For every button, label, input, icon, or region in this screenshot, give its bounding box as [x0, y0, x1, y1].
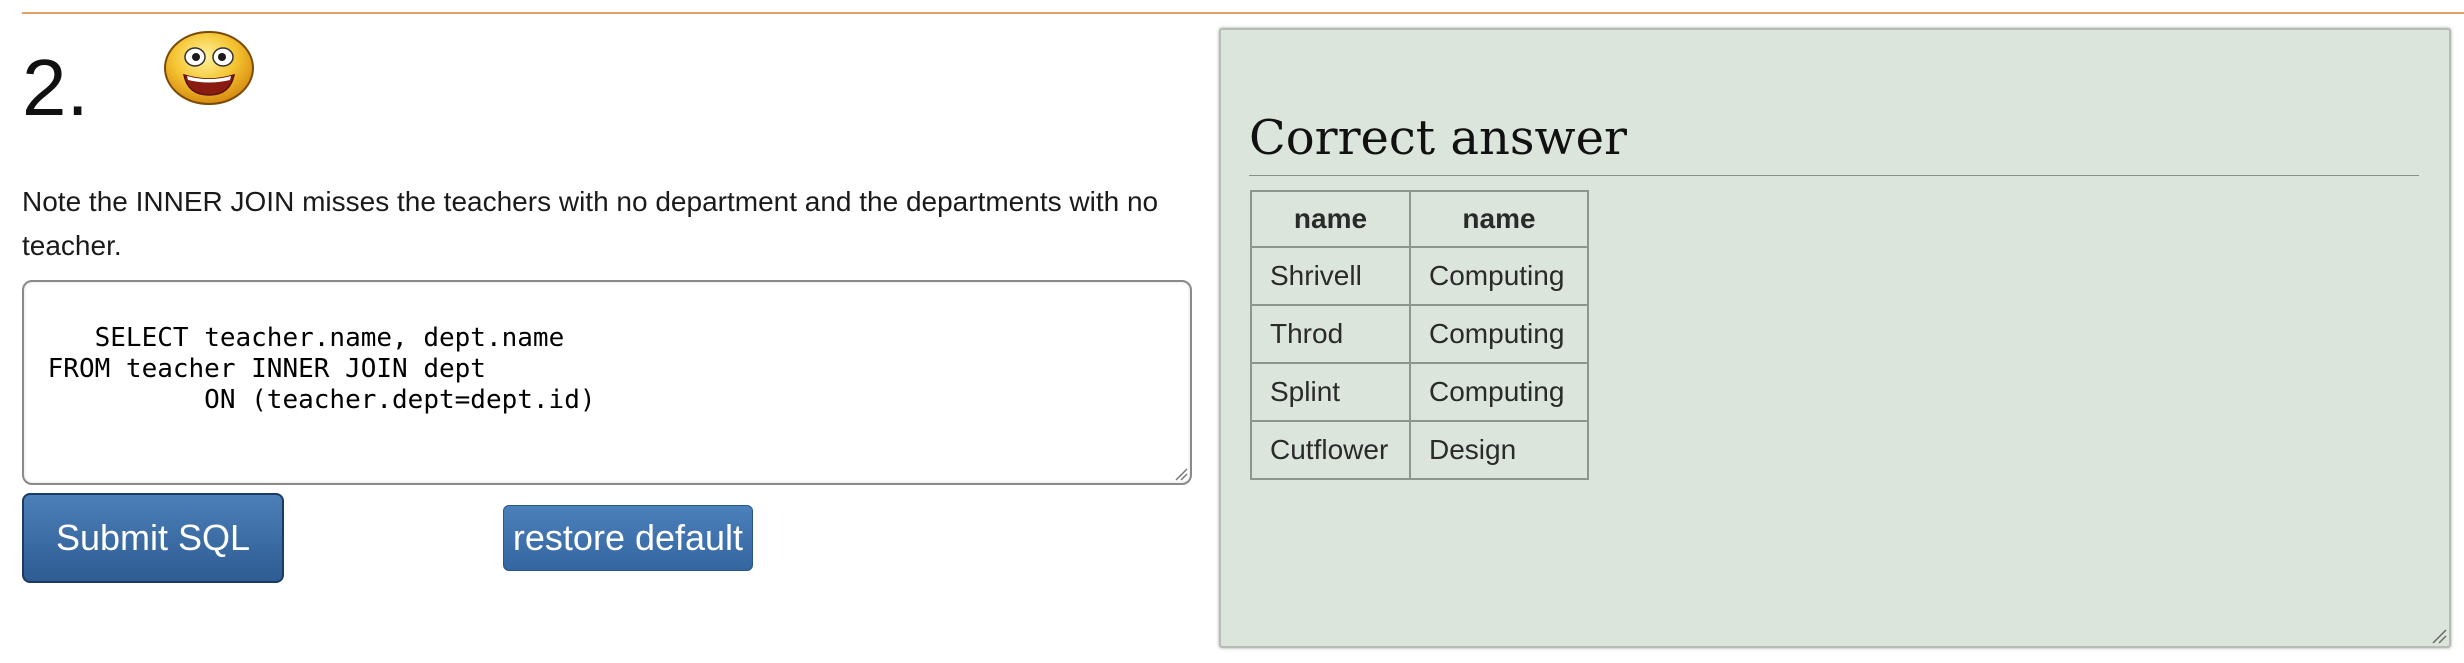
column-header: name — [1409, 190, 1589, 248]
table-cell: Cutflower — [1250, 420, 1411, 480]
table-cell: Computing — [1409, 246, 1589, 306]
table-row: Cutflower Design — [1250, 420, 1589, 480]
table-cell: Computing — [1409, 362, 1589, 422]
sql-editor-textarea[interactable]: SELECT teacher.name, dept.name FROM teac… — [22, 280, 1192, 485]
table-cell: Design — [1409, 420, 1589, 480]
sql-editor-text[interactable]: SELECT teacher.name, dept.name FROM teac… — [32, 323, 596, 415]
column-header: name — [1250, 190, 1411, 248]
resize-grip-icon[interactable] — [1174, 467, 1188, 481]
question-note: Note the INNER JOIN misses the teachers … — [22, 186, 1159, 261]
question-section: 2. Note the INNER JOIN misses the teache… — [22, 0, 1197, 663]
answer-title: Correct answer — [1249, 110, 1627, 166]
question-number: 2. — [22, 43, 89, 132]
table-row: Shrivell Computing — [1250, 246, 1589, 306]
table-header-row: name name — [1250, 190, 1589, 248]
submit-sql-button[interactable]: Submit SQL — [22, 493, 284, 583]
answer-title-divider — [1249, 175, 2419, 176]
table-cell: Splint — [1250, 362, 1411, 422]
table-row: Throd Computing — [1250, 304, 1589, 364]
correct-answer-panel: Correct answer name name Shrivell Comput… — [1219, 28, 2451, 648]
table-cell: Throd — [1250, 304, 1411, 364]
table-cell: Shrivell — [1250, 246, 1411, 306]
answer-table: name name Shrivell Computing Throd Compu… — [1250, 190, 1589, 480]
restore-default-button[interactable]: restore default — [503, 505, 753, 571]
smiley-face-icon — [164, 31, 254, 105]
table-cell: Computing — [1409, 304, 1589, 364]
resize-grip-icon[interactable] — [2431, 628, 2447, 644]
table-row: Splint Computing — [1250, 362, 1589, 422]
